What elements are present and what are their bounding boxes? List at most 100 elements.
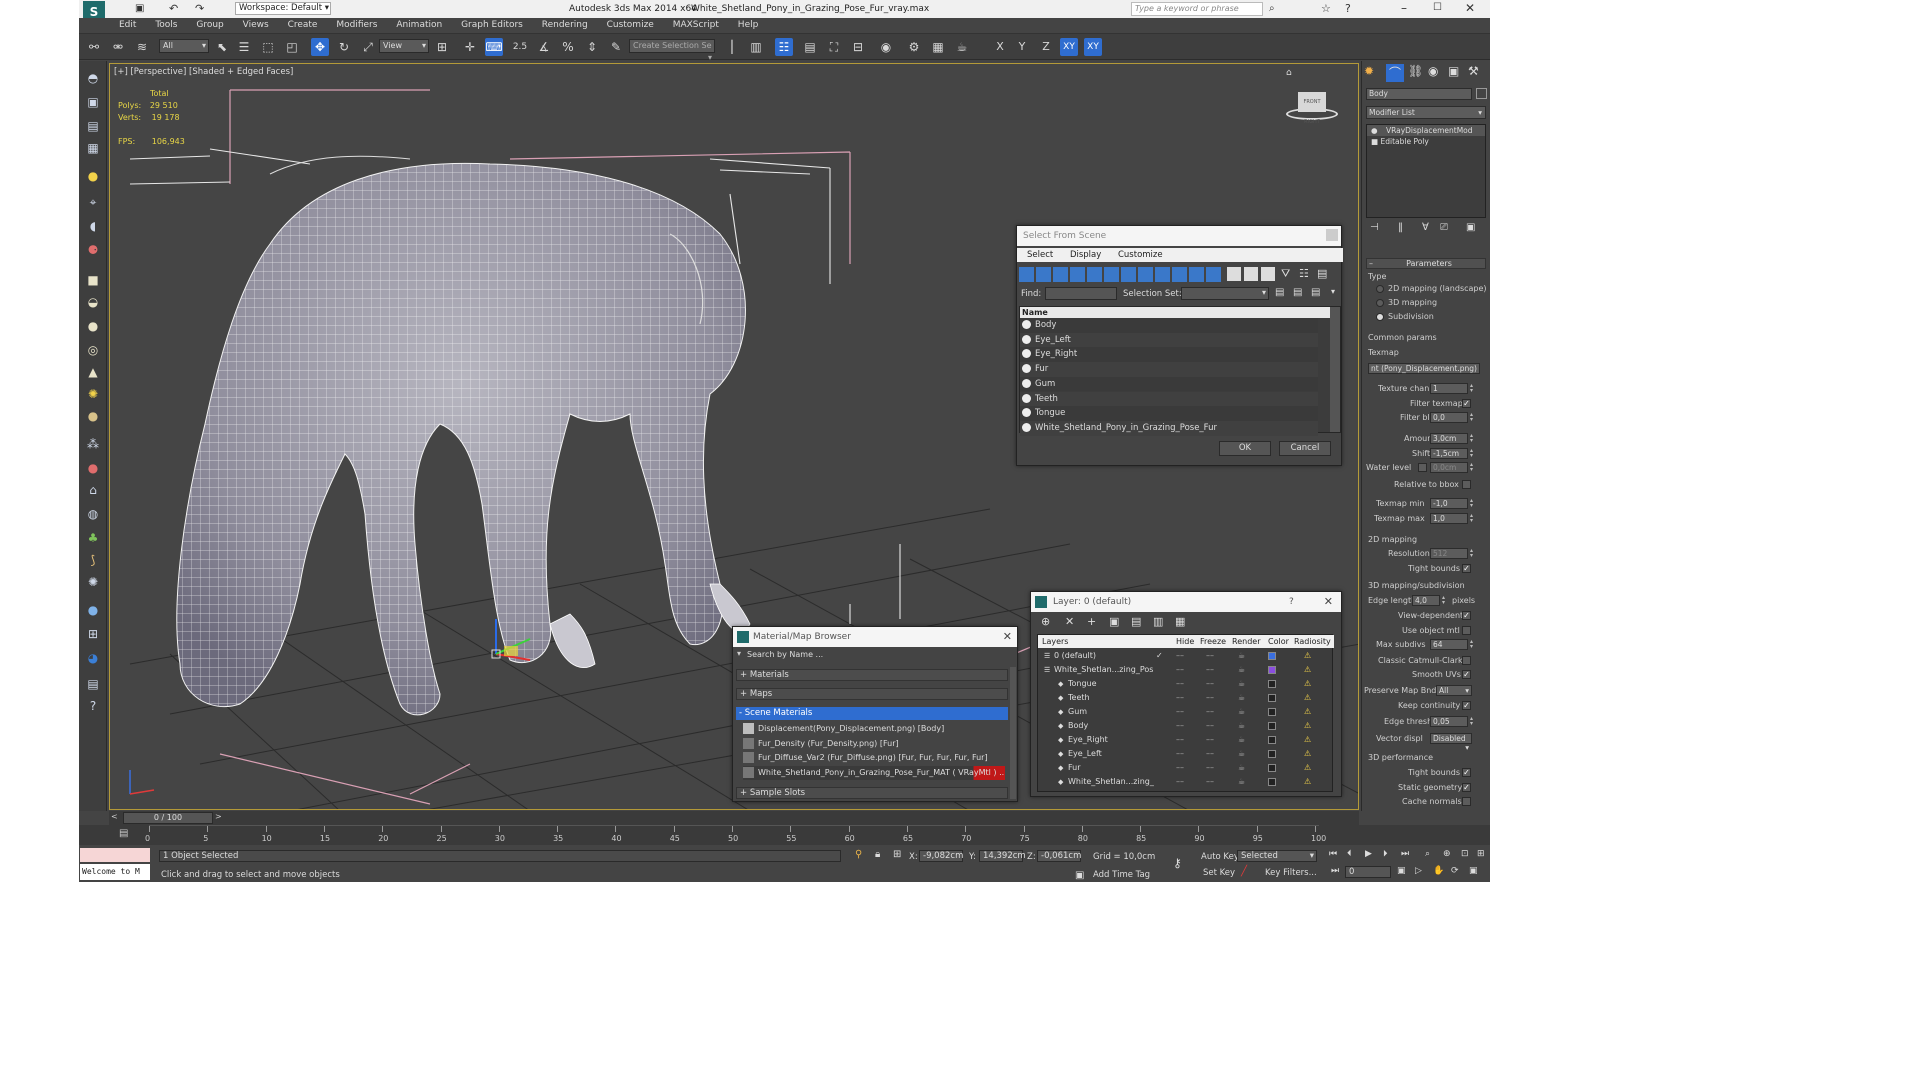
radiosity-icon[interactable]: ⚠︎ <box>1304 761 1311 775</box>
sfs-menu-customize[interactable]: Customize <box>1104 250 1163 260</box>
menu-rendering[interactable]: Rendering <box>534 18 596 30</box>
sfs-list-item[interactable]: White_Shetland_Pony_in_Grazing_Pose_Fur <box>1020 420 1318 436</box>
sfs-delete-set-icon[interactable]: ▤ <box>1311 287 1320 298</box>
max-subdivs-spinner[interactable]: ▴ ▾ <box>1470 639 1476 650</box>
layer-delete-icon[interactable]: ✕ <box>1065 615 1074 628</box>
section-maps[interactable]: + Maps <box>736 688 1008 700</box>
torus-icon[interactable]: ◎ <box>84 341 102 359</box>
menu-views[interactable]: Views <box>235 18 277 30</box>
scene-states-icon[interactable]: ⊞ <box>84 625 102 643</box>
sfs-filter-groups-icon[interactable] <box>1121 267 1136 282</box>
hide-toggle[interactable]: –– <box>1176 705 1184 719</box>
layer-select-objects-icon[interactable]: ▣ <box>1109 615 1119 628</box>
select-scale-icon[interactable]: ⤢ <box>359 38 377 56</box>
col-radiosity[interactable]: Radiosity <box>1294 635 1331 648</box>
cancel-button[interactable]: Cancel <box>1279 441 1331 456</box>
layer-color-swatch[interactable] <box>1268 764 1276 772</box>
layer-add-selected-icon[interactable]: + <box>1087 615 1096 628</box>
explorer-icon[interactable]: ▤ <box>84 675 102 693</box>
fur-icon[interactable]: ✺ <box>84 573 102 591</box>
time-config-icon[interactable]: ▣ <box>1397 866 1406 876</box>
plant-icon[interactable]: ♣ <box>84 529 102 547</box>
freeze-toggle[interactable]: –– <box>1206 705 1214 719</box>
select-object-icon[interactable]: ⬉ <box>213 38 231 56</box>
layer-row[interactable]: ◆ Eye_Left –– –– ☕︎ ⚠︎ <box>1038 747 1334 761</box>
set-key-button[interactable]: Set Key <box>1203 868 1235 878</box>
view-dependent-checkbox[interactable]: ✓ <box>1462 611 1471 620</box>
search-dropdown-icon[interactable]: ▾ <box>737 649 741 658</box>
select-manipulate-icon[interactable]: ✛ <box>461 38 479 56</box>
menu-create[interactable]: Create <box>280 18 326 30</box>
layer-row[interactable]: ☰ 0 (default) –– –– ☕︎ ⚠︎ ✓ <box>1038 649 1334 663</box>
time-slider-thumb[interactable]: 0 / 100 <box>123 812 213 824</box>
utilities-tab-icon[interactable]: ⚒ <box>1468 64 1479 78</box>
motion-tab-icon[interactable]: ◉ <box>1428 64 1438 78</box>
link-icon[interactable]: ⚯ <box>85 38 103 56</box>
freeze-toggle[interactable]: –– <box>1206 677 1214 691</box>
freeze-toggle[interactable]: –– <box>1206 691 1214 705</box>
texmap-min-input[interactable]: -1,0 <box>1430 498 1468 509</box>
globe-icon[interactable]: ◍ <box>84 505 102 523</box>
spinner-snap-icon[interactable]: ⇕ <box>583 38 601 56</box>
relative-bbox-checkbox[interactable] <box>1462 480 1471 489</box>
layer-color-swatch[interactable] <box>1268 680 1276 688</box>
dialog-close-icon[interactable] <box>1326 229 1338 241</box>
box-icon[interactable]: ■ <box>84 271 102 289</box>
maximize-viewport-icon[interactable]: ▣ <box>1469 866 1478 876</box>
freeze-toggle[interactable]: –– <box>1206 719 1214 733</box>
texture-chan-input[interactable]: 1 <box>1430 383 1468 394</box>
prev-frame-icon[interactable]: ⏴ <box>1347 849 1352 859</box>
layer-row[interactable]: ◆ Eye_Right –– –– ☕︎ ⚠︎ <box>1038 733 1334 747</box>
sfs-more-icon[interactable]: ▾ <box>1331 287 1335 296</box>
helper-icon[interactable]: ⌂ <box>84 481 102 499</box>
layer-dialog-close-icon[interactable]: ✕ <box>1324 592 1333 612</box>
shift-spinner[interactable]: ▴ ▾ <box>1470 448 1476 459</box>
axis-y-button[interactable]: Y <box>1013 38 1031 56</box>
modifier-list-dropdown[interactable]: Modifier List ▾ <box>1366 106 1486 119</box>
sfs-column-header[interactable]: Name <box>1020 307 1330 318</box>
freeze-toggle[interactable]: –– <box>1206 761 1214 775</box>
scene-material-item[interactable]: Fur_Density (Fur_Density.png) [Fur] <box>743 737 1005 751</box>
schematic-view-icon[interactable]: ⊟ <box>849 38 867 56</box>
col-hide[interactable]: Hide <box>1176 635 1194 648</box>
sfs-select-invert-icon[interactable] <box>1261 267 1275 281</box>
radiosity-icon[interactable]: ⚠︎ <box>1304 691 1311 705</box>
sfs-menu-display[interactable]: Display <box>1056 250 1101 260</box>
material-sphere-icon[interactable]: ● <box>84 407 102 425</box>
unlink-icon[interactable]: ⚮ <box>109 38 127 56</box>
max-sphere-icon[interactable]: ◕ <box>84 649 102 667</box>
workspace-dropdown[interactable]: Workspace: Default ▾ <box>235 2 331 15</box>
scene-material-item[interactable]: Fur_Diffuse_Var2 (Fur_Diffuse.png) [Fur,… <box>743 751 1005 765</box>
time-tag-icon[interactable]: ▣ <box>1075 870 1084 881</box>
tight-bounds-2-checkbox[interactable]: ✓ <box>1462 768 1471 777</box>
layer-row[interactable]: ◆ Gum –– –– ☕︎ ⚠︎ <box>1038 705 1334 719</box>
freeze-toggle[interactable]: –– <box>1206 747 1214 761</box>
z-coordinate-field[interactable]: -0,061cm <box>1037 850 1081 862</box>
snap-toggle-icon[interactable]: 2.5 <box>511 38 529 56</box>
menu-tools[interactable]: Tools <box>147 18 185 30</box>
material-browser-scrollbar[interactable] <box>1010 667 1016 799</box>
hide-toggle[interactable]: –– <box>1176 691 1184 705</box>
layer-color-swatch[interactable] <box>1268 722 1276 730</box>
key-icon[interactable]: ⚷ <box>1173 856 1182 870</box>
modify-tab-icon[interactable]: ⌒ <box>1386 64 1404 82</box>
menu-maxscript[interactable]: MAXScript <box>665 18 727 30</box>
amount-input[interactable]: 3,0cm <box>1430 433 1468 444</box>
rect-selection-icon[interactable]: ⬚ <box>259 38 277 56</box>
edge-length-spinner[interactable]: ▴ ▾ <box>1442 595 1448 606</box>
home-icon[interactable]: ⌂ <box>1286 68 1292 78</box>
resolution-input[interactable]: 512 <box>1430 548 1468 559</box>
sfs-new-set-icon[interactable]: ▤ <box>1275 287 1284 298</box>
x-coordinate-field[interactable]: -9,082cm <box>919 850 963 862</box>
keyboard-shortcut-override-icon[interactable]: ⌨ <box>485 38 503 56</box>
object-name-field[interactable]: Body <box>1366 88 1472 100</box>
layer-row[interactable]: ◆ Tongue –– –– ☕︎ ⚠︎ <box>1038 677 1334 691</box>
scene-material-item[interactable]: White_Shetland_Pony_in_Grazing_Pose_Fur_… <box>743 766 1005 781</box>
sound-icon[interactable]: ◖ <box>84 217 102 235</box>
binoculars-icon[interactable]: ⌕ <box>1269 3 1275 14</box>
sfs-filter-cameras-icon[interactable] <box>1070 267 1085 282</box>
edge-length-input[interactable]: 4,0 <box>1412 595 1440 606</box>
redo-icon[interactable]: ↷ <box>195 2 204 15</box>
grid-icon[interactable]: ▦ <box>84 139 102 157</box>
y-coordinate-field[interactable]: 14,392cm <box>979 850 1026 862</box>
